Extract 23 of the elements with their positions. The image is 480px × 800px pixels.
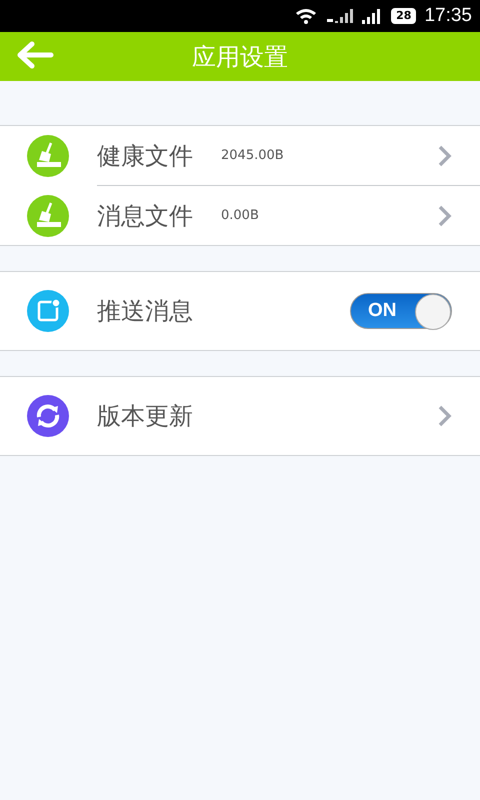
broom-icon <box>27 135 69 177</box>
settings-row[interactable]: 版本更新 <box>0 377 480 455</box>
broom-icon <box>27 194 69 236</box>
setting-label: 消息文件 <box>97 200 193 232</box>
wifi-icon <box>295 8 318 24</box>
screen-title: 应用设置 <box>192 42 288 72</box>
chevron-icon <box>438 405 452 427</box>
push-toggle[interactable]: ON <box>350 293 452 329</box>
chevron-icon <box>438 204 452 226</box>
refresh-icon <box>27 395 69 437</box>
settings-row[interactable]: 消息文件 0.00B <box>0 186 480 245</box>
battery-level: 28 <box>391 8 416 24</box>
signal-icon <box>325 7 354 25</box>
settings-row[interactable]: 健康文件 2045.00B <box>0 126 480 186</box>
chevron-icon <box>438 144 452 166</box>
setting-label: 版本更新 <box>97 401 193 432</box>
setting-label: 推送消息 <box>97 296 193 327</box>
clock: 17:35 <box>424 5 472 27</box>
file-size: 2045.00B <box>221 148 284 163</box>
setting-label: 健康文件 <box>97 140 193 172</box>
settings-row[interactable]: 推送消息 ON <box>0 272 480 350</box>
file-size: 0.00B <box>221 208 259 223</box>
notification-icon <box>27 290 69 332</box>
